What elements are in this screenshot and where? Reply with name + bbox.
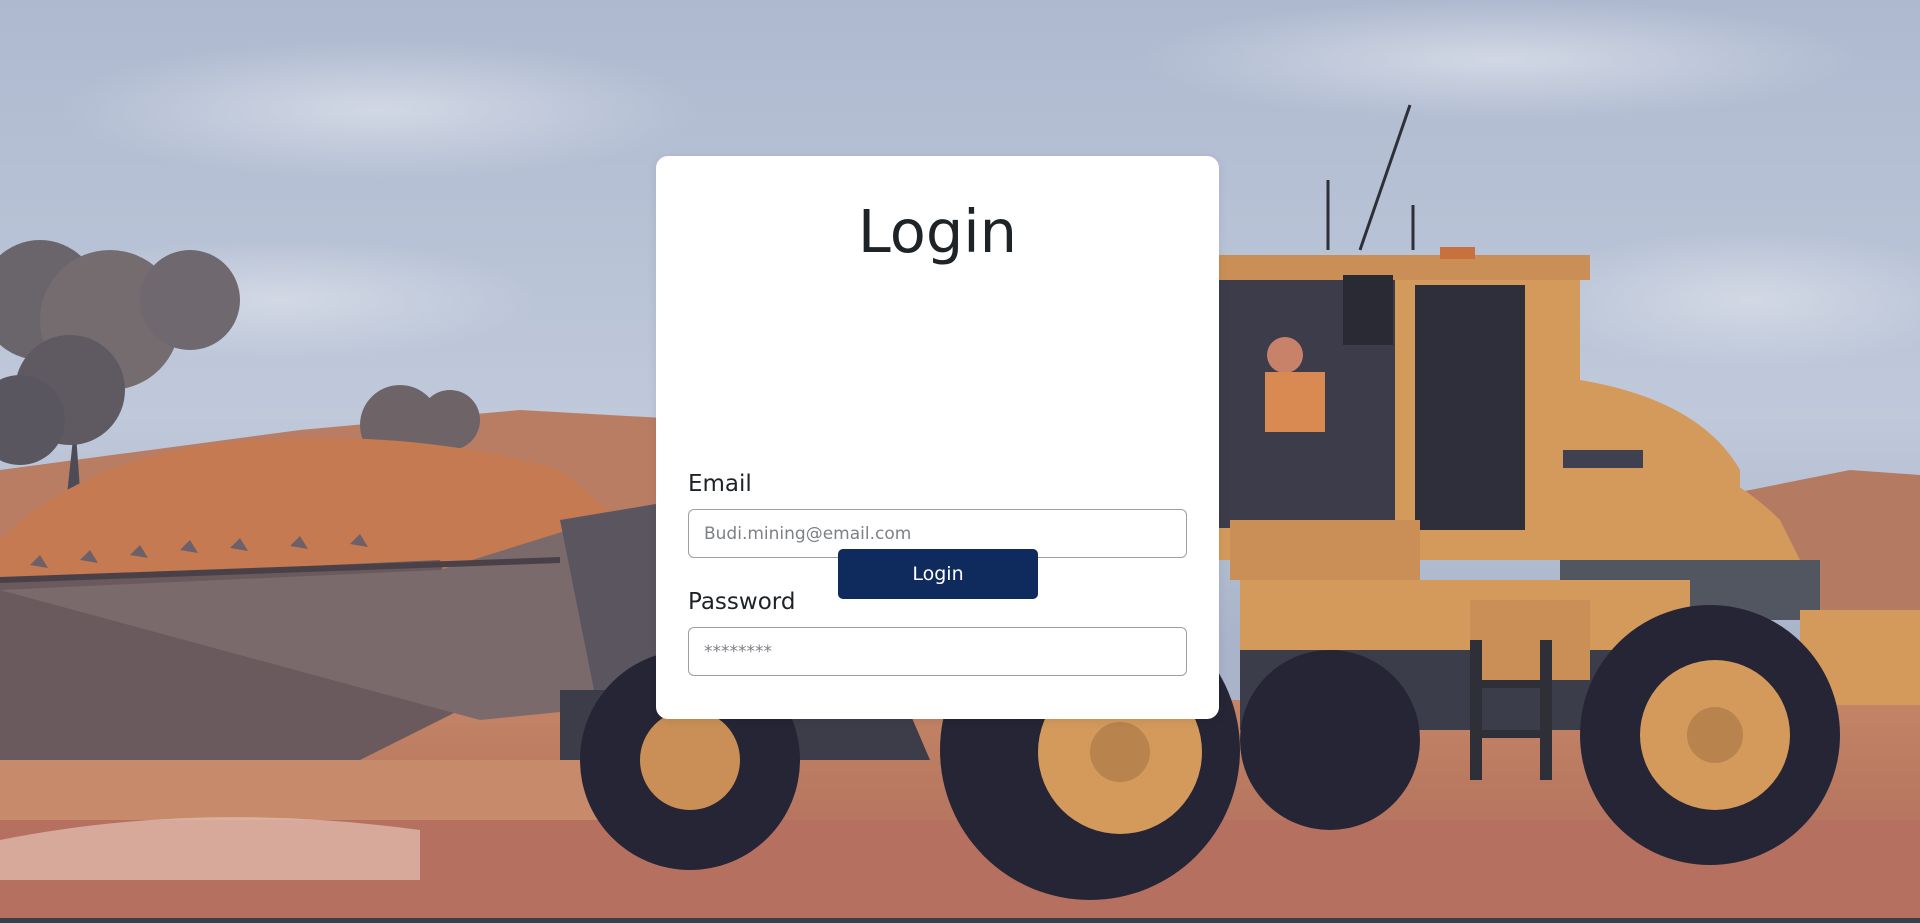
password-input[interactable] [688,627,1187,676]
password-label: Password [688,589,796,615]
login-page: Login Email Password Login [0,0,1920,923]
email-label: Email [688,471,752,497]
bottom-edge [0,918,1920,923]
login-button[interactable]: Login [838,549,1038,599]
login-card: Login Email Password Login [656,156,1219,719]
page-title: Login [857,197,1018,266]
